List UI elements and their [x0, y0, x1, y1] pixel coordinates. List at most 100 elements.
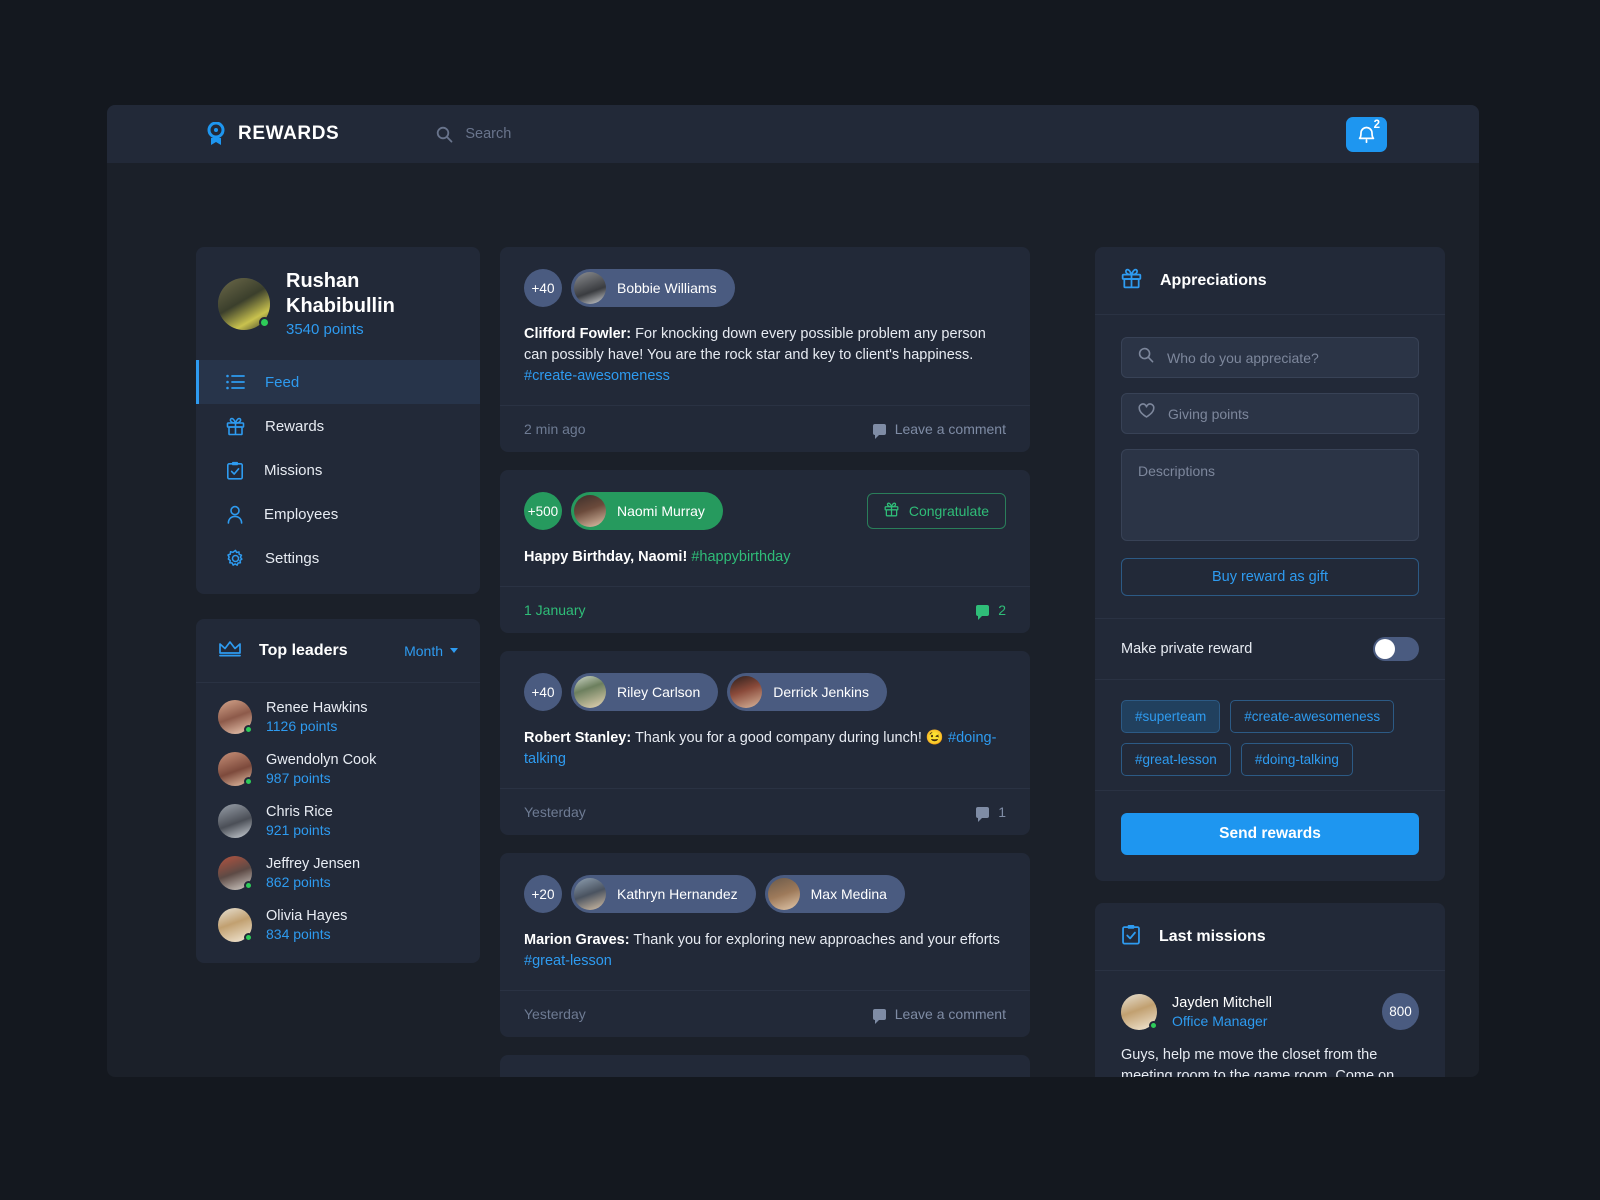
recipient-name: Riley Carlson [617, 684, 701, 701]
recipient-name: Bobbie Williams [617, 280, 717, 296]
post-text: Marion Graves: Thank you for exploring n… [524, 930, 1006, 972]
avatar [574, 272, 606, 304]
recipient-name: Kathryn Hernandez [617, 886, 738, 903]
appreciate-who-field[interactable] [1121, 337, 1419, 378]
post-message: Thank you for exploring new approaches a… [633, 932, 1000, 949]
top-leaders-list: Renee Hawkins 1126 points Gwendolyn Cook… [196, 683, 480, 951]
post-text: Happy Birthday, Naomi! #happybirthday [524, 547, 1006, 568]
post-footer: Yesterday Leave a comment [500, 990, 1030, 1037]
avatar [218, 277, 270, 330]
last-missions-card: Last missions Jayden Mitchell Office Man… [1095, 903, 1445, 1077]
gift-icon [884, 502, 899, 520]
leave-comment-label: Leave a comment [894, 1006, 1006, 1023]
period-dropdown[interactable]: Month [404, 643, 458, 659]
heart-icon [1138, 403, 1155, 424]
top-bar: REWARDS 2 [107, 105, 1479, 163]
recipient-chip[interactable]: Derrick Jenkins [727, 673, 887, 712]
tag-pill[interactable]: #create-awesomeness [1230, 700, 1395, 733]
sidebar-item-settings[interactable]: Settings [196, 536, 480, 580]
post-points-badge: +20 [524, 875, 562, 914]
post-footer: 1 January 2 [500, 586, 1030, 633]
list-item[interactable]: Jeffrey Jensen 862 points [196, 847, 480, 899]
congratulate-label: Congratulate [908, 503, 989, 520]
post-text: Clifford Fowler: For knocking down every… [524, 324, 1006, 387]
comment-icon [872, 1008, 886, 1024]
appreciations-header: Appreciations [1095, 247, 1445, 315]
right-sidebar: Appreciations Who do you appreciate? Giv… [1030, 163, 1445, 1077]
post-points-badge: +500 [524, 492, 562, 531]
recipient-chip[interactable]: Kathryn Hernandez [571, 875, 756, 914]
comment-icon [872, 423, 886, 439]
search-bar[interactable] [436, 126, 696, 143]
appreciation-form: Buy reward as gift [1095, 315, 1445, 619]
post-tag[interactable]: #great-lesson [524, 953, 612, 969]
sidebar-item-feed[interactable]: Feed [196, 360, 480, 404]
mission-item[interactable]: Jayden Mitchell Office Manager 800 Guys,… [1095, 971, 1445, 1077]
mission-header: Jayden Mitchell Office Manager 800 [1121, 993, 1419, 1030]
recipient-name: Naomi Murray [617, 503, 705, 520]
profile-and-nav-card: Rushan Khabibullin 3540 points Feed Rewa… [196, 247, 480, 594]
sidebar-item-employees[interactable]: Employees [196, 492, 480, 536]
post-points-badge: +40 [524, 673, 562, 712]
comment-count[interactable]: 2 [976, 602, 1006, 620]
appreciate-who-input[interactable] [1167, 349, 1402, 366]
comment-count-label: 1 [998, 804, 1006, 821]
search-input[interactable] [465, 126, 696, 142]
period-value: Month [404, 642, 443, 659]
tag-pill[interactable]: #doing-talking [1240, 743, 1353, 776]
list-item[interactable]: Chris Rice 921 points [196, 795, 480, 847]
main-nav: Feed Rewards Missions Employees Settings [196, 360, 480, 594]
congratulate-button[interactable]: Congratulate [866, 493, 1006, 530]
mission-text: Guys, help me move the closet from the m… [1121, 1047, 1399, 1077]
sidebar-item-missions[interactable]: Missions [196, 448, 480, 492]
brand-name: REWARDS [238, 123, 340, 144]
notifications-button[interactable]: 2 [1346, 117, 1387, 152]
leader-name: Chris Rice [266, 804, 333, 820]
recipient-chip[interactable]: Riley Carlson [571, 673, 719, 712]
brand[interactable]: REWARDS [205, 122, 339, 146]
list-item[interactable]: Renee Hawkins 1126 points [196, 691, 480, 743]
sidebar-item-label: Missions [264, 461, 323, 479]
left-sidebar: Rushan Khabibullin 3540 points Feed Rewa… [107, 163, 480, 1077]
post-timestamp: Yesterday [524, 1006, 586, 1023]
post-author: Happy Birthday, Naomi! [524, 549, 688, 566]
tag-pill[interactable]: #superteam [1121, 700, 1221, 733]
list-item[interactable]: Gwendolyn Cook 987 points [196, 743, 480, 795]
clipboard-check-icon [1121, 924, 1141, 950]
leave-comment-label: Leave a comment [894, 421, 1006, 438]
feed-column: +40 Bobbie Williams Clifford Fowler: For… [480, 163, 1030, 1077]
post-tag[interactable]: #create-awesomeness [524, 368, 670, 384]
clipboard-check-icon [226, 461, 244, 480]
comment-count[interactable]: 1 [976, 804, 1006, 822]
recipient-chip[interactable]: Naomi Murray [571, 492, 723, 531]
post-body: +40 Riley Carlson Derrick Jenkins Robert… [500, 651, 1030, 788]
buy-reward-as-gift-button[interactable]: Buy reward as gift [1121, 558, 1419, 596]
recipient-chip[interactable]: Max Medina [764, 875, 905, 914]
send-rewards-section: Send rewards [1095, 791, 1445, 881]
leave-comment-button[interactable]: Leave a comment [872, 1006, 1006, 1024]
description-textarea[interactable] [1138, 463, 1402, 527]
mission-points-badge: 800 [1382, 993, 1419, 1030]
post-tag[interactable]: #happybirthday [691, 549, 790, 565]
toggle-knob [1375, 639, 1395, 659]
post-recipients: +500 Naomi Murray Congratulate [524, 492, 1006, 531]
sidebar-item-rewards[interactable]: Rewards [196, 404, 480, 448]
post-body: +40 Bobbie Williams Clifford Fowler: For… [500, 247, 1030, 405]
avatar [767, 878, 800, 911]
private-reward-label: Make private reward [1121, 641, 1253, 657]
recipient-chip[interactable]: Bobbie Williams [571, 269, 735, 307]
avatar [218, 908, 253, 942]
send-rewards-button[interactable]: Send rewards [1121, 813, 1419, 855]
giving-points-input[interactable] [1168, 405, 1402, 422]
private-reward-toggle[interactable] [1373, 637, 1419, 661]
profile-block[interactable]: Rushan Khabibullin 3540 points [196, 247, 480, 360]
post-recipients: +20 Kathryn Hernandez Max Medina [524, 875, 1006, 914]
giving-points-field[interactable] [1121, 393, 1419, 434]
tag-pill[interactable]: #great-lesson [1121, 743, 1231, 776]
top-leaders-card: Top leaders Month Renee Hawkins 1126 poi… [196, 619, 480, 963]
crown-icon [218, 640, 242, 662]
leave-comment-button[interactable]: Leave a comment [872, 421, 1006, 439]
description-field[interactable] [1121, 449, 1419, 541]
rewards-badge-icon [205, 122, 227, 146]
list-item[interactable]: Olivia Hayes 834 points [196, 899, 480, 951]
